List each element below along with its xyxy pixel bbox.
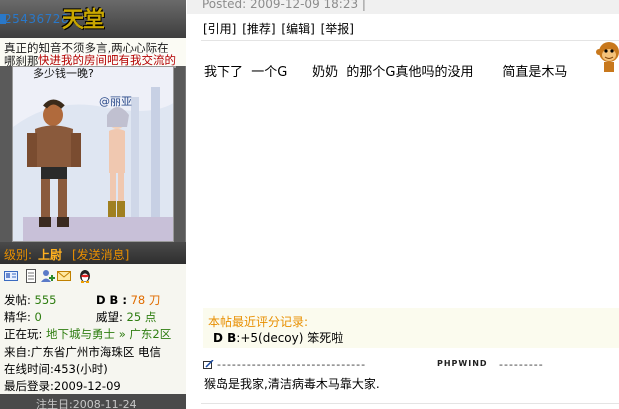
post-timestamp: Posted: 2009-12-09 18:23 | [202, 0, 366, 11]
profile-card-icon[interactable] [4, 269, 18, 283]
post-meta-bar: Posted: 2009-12-09 18:23 | [187, 0, 619, 14]
rating-db-label: D B [213, 331, 237, 345]
from-stat: 来自:广东省广州市海珠区 电信 [4, 345, 162, 359]
report-button[interactable]: [举报] [321, 22, 354, 36]
db-value: 78 刀 [130, 293, 161, 307]
user-signature-banner: 真正的知音不须多言,两心心际在 哪刹那 快进我的房间吧有我交流的 [0, 38, 186, 68]
last-login-stat: 最后登录:2009-12-09 [4, 379, 121, 393]
rating-entry-text: :+5(decoy) 笨死啦 [236, 331, 344, 345]
rank-label: 级别: [4, 248, 33, 262]
user-header: 254367287 天堂 [0, 0, 186, 38]
elite-value: 0 [34, 310, 42, 324]
prestige-value: 25 点 [126, 310, 157, 324]
edit-button[interactable]: [编辑] [281, 22, 314, 36]
rank-bar: 级别: 上尉 [发送消息] [0, 242, 186, 264]
signature-dashes-left: ------------------------------ [217, 359, 367, 371]
elite-label: 精华: [4, 310, 31, 324]
prestige-label: 威望: [96, 310, 123, 324]
post-content: 我下了 一个G 奶奶 的那个G真他吗的没用 简直是木马 [204, 65, 568, 80]
user-info-panel: 254367287 天堂 真正的知音不须多言,两心心际在 哪刹那 快进我的房间吧… [0, 0, 186, 409]
send-message-link[interactable]: [发送消息] [72, 246, 129, 263]
avatar[interactable]: 多少钱一晚? @丽亚 [12, 66, 174, 242]
divider [201, 40, 619, 41]
avatar-image: 多少钱一晚? @丽亚 [13, 67, 173, 241]
qq-penguin-icon[interactable] [78, 269, 92, 283]
monkey-emoticon-icon [596, 42, 619, 72]
phpwind-label: PHPWIND [437, 359, 488, 368]
post-actions: [引用] [推荐] [编辑] [举报] [203, 20, 356, 37]
rank-value: 上尉 [38, 248, 63, 262]
recommend-button[interactable]: [推荐] [242, 22, 275, 36]
elite-stat: 精华: 0 [4, 309, 42, 325]
playing-region-link[interactable]: » 广东2区 [119, 327, 172, 341]
db-label: D B : [96, 293, 127, 307]
email-icon[interactable] [57, 269, 71, 283]
add-friend-icon[interactable] [41, 269, 55, 283]
rating-entry: D B:+5(decoy) 笨死啦 [213, 329, 343, 346]
post-panel: Posted: 2009-12-09 18:23 | [引用] [推荐] [编辑… [187, 0, 619, 409]
avatar-caption-top: 多少钱一晚? [33, 67, 94, 80]
playing-game-link[interactable]: 地下城与勇士 [46, 327, 115, 341]
signature-pen-icon [203, 360, 214, 369]
prestige-stat: 威望: 25 点 [96, 309, 156, 325]
playing-label: 正在玩: [4, 327, 43, 341]
document-icon[interactable] [24, 269, 38, 283]
rating-record: 本帖最近评分记录: D B:+5(decoy) 笨死啦 [203, 308, 619, 348]
db-stat: D B : 78 刀 [96, 292, 160, 308]
divider [201, 403, 619, 404]
quote-button[interactable]: [引用] [203, 22, 236, 36]
avatar-caption-name: @丽亚 [99, 95, 132, 108]
posts-stat: 发帖: 555 [4, 292, 56, 308]
posts-label: 发帖: [4, 293, 31, 307]
signature-dashes-right: --------- [499, 359, 544, 371]
post-signature: 猴岛是我家,清洁病毒木马靠大家. [204, 377, 380, 391]
rating-title: 本帖最近评分记录: [208, 315, 309, 329]
online-time-stat: 在线时间:453(小时) [4, 362, 108, 376]
site-logo: 天堂 [62, 8, 105, 33]
user-stats: 发帖: 555 D B : 78 刀 精华: 0 威望: 25 点 正在玩: 地… [0, 264, 186, 394]
playing-stat: 正在玩: 地下城与勇士 » 广东2区 [4, 326, 171, 342]
registration-bar: 注生日:2008-11-24 [0, 394, 186, 409]
posts-value: 555 [34, 293, 57, 307]
signature-divider: ------------------------------ PHPWIND -… [203, 359, 619, 371]
registration-date: 注生日:2008-11-24 [36, 398, 137, 409]
